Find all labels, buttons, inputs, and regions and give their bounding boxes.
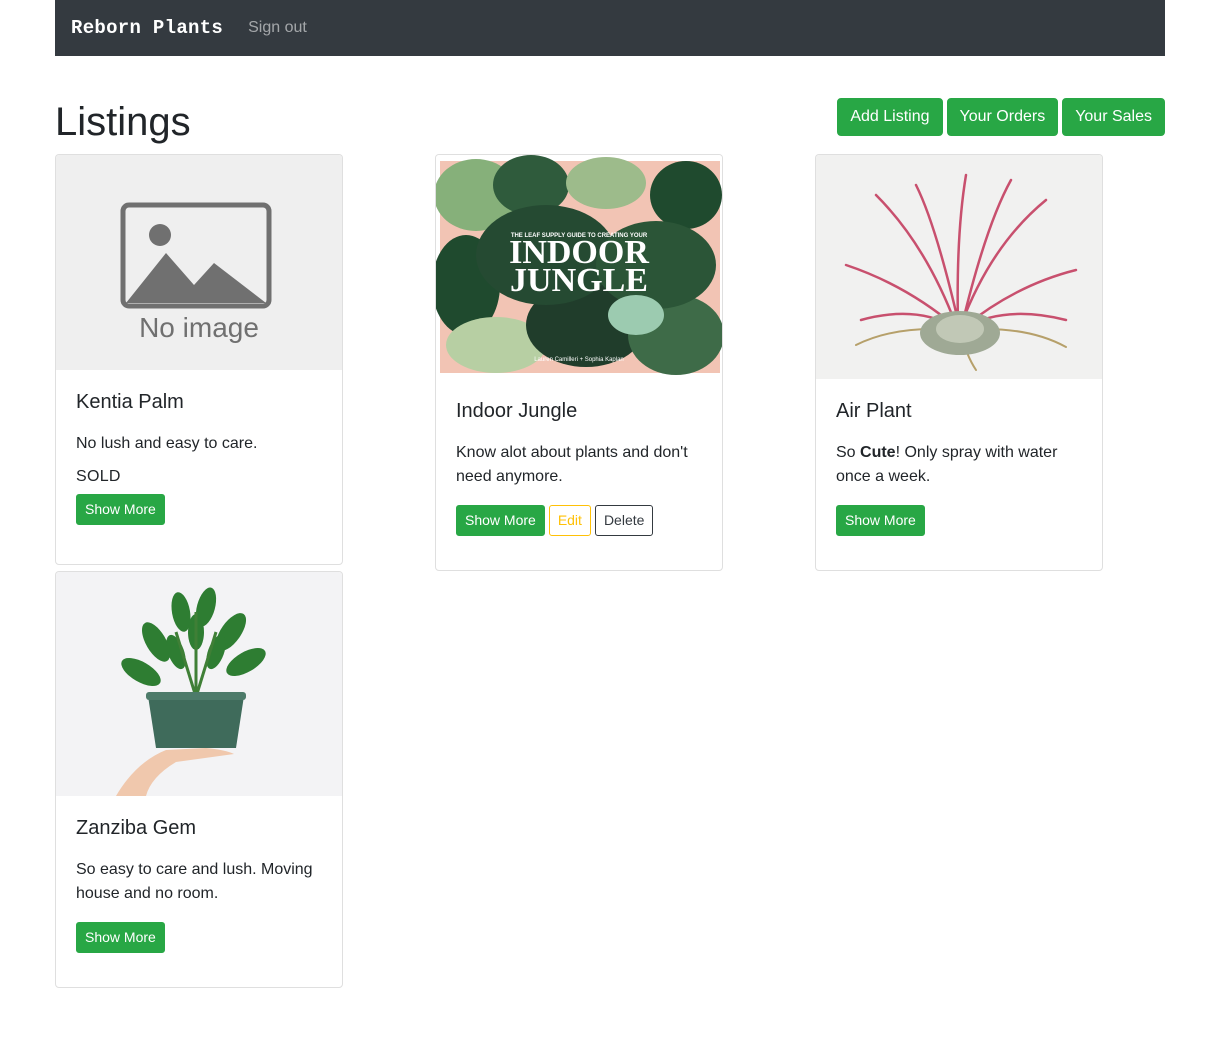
book-cover-image: THE LEAF SUPPLY GUIDE TO CREATING YOUR I… — [436, 155, 722, 375]
sign-out-link[interactable]: Sign out — [248, 19, 307, 37]
brand-logo[interactable]: Reborn Plants — [71, 17, 223, 39]
no-image-caption: No image — [139, 312, 259, 343]
listing-image[interactable] — [56, 572, 342, 796]
your-orders-button[interactable]: Your Orders — [946, 98, 1059, 136]
show-more-button[interactable]: Show More — [456, 505, 545, 536]
show-more-button[interactable]: Show More — [76, 922, 165, 953]
zz-plant-image — [116, 587, 266, 796]
cover-authors: Lauren Camilleri + Sophia Kaplan — [534, 357, 624, 363]
listing-card: Air Plant So Cute! Only spray with water… — [815, 154, 1103, 571]
listing-title: Air Plant — [836, 400, 912, 422]
listing-card: Zanziba Gem So easy to care and lush. Mo… — [55, 571, 343, 988]
top-actions: Add Listing Your Orders Your Sales — [837, 98, 1165, 136]
page-title: Listings — [55, 100, 191, 144]
air-plant-image — [844, 173, 1078, 371]
your-sales-button[interactable]: Your Sales — [1062, 98, 1165, 136]
sold-label: SOLD — [76, 468, 121, 485]
cover-headline-2: JUNGLE — [510, 262, 648, 299]
listing-description: No lush and easy to care. — [76, 435, 258, 452]
listing-title: Kentia Palm — [76, 391, 184, 413]
edit-button[interactable]: Edit — [548, 505, 591, 536]
delete-button[interactable]: Delete — [594, 505, 654, 536]
listing-description: Know alot about plants and don't need an… — [456, 444, 688, 485]
listing-image[interactable] — [816, 155, 1102, 379]
listing-description: So Cute! Only spray with water once a we… — [836, 444, 1058, 485]
no-image-placeholder: No image — [56, 155, 342, 370]
add-listing-button[interactable]: Add Listing — [837, 98, 943, 136]
listing-card: THE LEAF SUPPLY GUIDE TO CREATING YOUR I… — [435, 154, 723, 571]
listing-title: Zanziba Gem — [76, 817, 197, 839]
listing-image[interactable]: THE LEAF SUPPLY GUIDE TO CREATING YOUR I… — [436, 155, 722, 379]
show-more-button[interactable]: Show More — [76, 494, 165, 525]
navbar: Reborn Plants Sign out — [55, 0, 1165, 56]
listing-title: Indoor Jungle — [456, 400, 578, 422]
listing-description: So easy to care and lush. Moving house a… — [76, 861, 313, 902]
show-more-button[interactable]: Show More — [836, 505, 925, 536]
listing-card: No image Kentia Palm No lush and easy to… — [55, 154, 343, 565]
